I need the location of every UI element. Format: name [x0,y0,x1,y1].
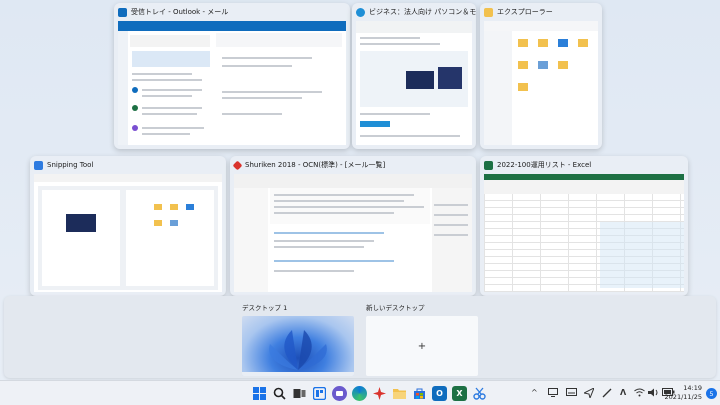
tray-display-icon[interactable] [548,388,558,399]
window-title: Snipping Tool [47,161,94,169]
taskbar: O X ^ Λ 14:19 2021/11/25 5 [0,380,720,405]
wifi-icon[interactable] [634,388,645,399]
file-explorer-icon[interactable] [392,386,407,401]
desktop-1[interactable]: デスクトップ 1 [242,302,356,378]
bloom-wallpaper-icon [242,330,354,376]
store-icon[interactable] [412,386,427,401]
shuriken-icon [232,160,243,170]
window-explorer[interactable]: エクスプローラー [480,3,602,149]
new-desktop-label: 新しいデスクトップ [366,304,425,312]
notification-count: 5 [709,389,714,398]
add-icon: + [417,340,427,352]
new-desktop[interactable]: 新しいデスクトップ + [366,302,478,378]
edge-icon [356,7,365,17]
window-snipping-tool[interactable]: Snipping Tool [30,156,226,296]
window-preview [34,174,222,292]
widgets-icon[interactable] [312,386,327,401]
new-desktop-button[interactable]: + [366,316,478,376]
window-title-bar[interactable]: Snipping Tool [30,156,226,174]
desktop-1-label: デスクトップ 1 [242,304,288,312]
window-title: Shuriken 2018 - OCN(標準) - [メール一覧] [245,161,386,169]
tray-ime-icon[interactable]: Λ [620,388,626,397]
tray-send-icon[interactable] [582,386,595,400]
excel-icon [484,160,493,170]
virtual-desktops-panel: デスクトップ 1 新しいデスクトップ + [4,296,716,378]
window-title-bar[interactable]: 受信トレイ - Outlook - メール [114,3,350,21]
window-excel[interactable]: 2022-100運用リスト - Excel [480,156,688,296]
snipping-tool-icon [34,160,43,170]
window-title: 2022-100運用リスト - Excel [497,161,592,169]
window-title: ビジネス：法人向け パソコン＆モニタ... [369,8,476,16]
tray-pen-icon[interactable] [602,388,612,400]
window-title-bar[interactable]: ビジネス：法人向け パソコン＆モニタ... [352,3,476,21]
window-outlook[interactable]: 受信トレイ - Outlook - メール [114,3,350,149]
shuriken-icon[interactable] [372,386,387,401]
system-clock[interactable]: 14:19 2021/11/25 [665,384,702,402]
window-preview [234,174,472,292]
window-preview [356,21,472,145]
clock-time: 14:19 [683,384,702,392]
outlook-icon [118,7,127,17]
window-preview [484,174,684,292]
snipping-tool-icon[interactable] [472,386,487,401]
search-icon[interactable] [272,386,287,401]
task-view-icon[interactable] [292,386,307,401]
excel-icon[interactable]: X [452,386,467,401]
window-title: エクスプローラー [497,8,553,16]
window-title-bar[interactable]: 2022-100運用リスト - Excel [480,156,688,174]
window-preview [118,21,346,145]
folder-icon [484,7,493,17]
notification-badge[interactable]: 5 [706,388,717,399]
window-edge[interactable]: ビジネス：法人向け パソコン＆モニタ... [352,3,476,149]
tray-keyboard-icon[interactable] [566,388,577,398]
window-title: 受信トレイ - Outlook - メール [131,8,229,16]
window-title-bar[interactable]: Shuriken 2018 - OCN(標準) - [メール一覧] [230,156,476,174]
start-icon[interactable] [252,386,267,401]
volume-icon[interactable] [648,388,659,399]
chat-icon[interactable] [332,386,347,401]
desktop-1-thumbnail[interactable] [242,316,354,376]
window-title-bar[interactable]: エクスプローラー [480,3,602,21]
edge-icon[interactable] [352,386,367,401]
window-preview [484,21,598,145]
clock-date: 2021/11/25 [664,393,702,401]
show-hidden-icons-chevron[interactable]: ^ [531,388,538,397]
window-shuriken[interactable]: Shuriken 2018 - OCN(標準) - [メール一覧] [230,156,476,296]
outlook-icon[interactable]: O [432,386,447,401]
